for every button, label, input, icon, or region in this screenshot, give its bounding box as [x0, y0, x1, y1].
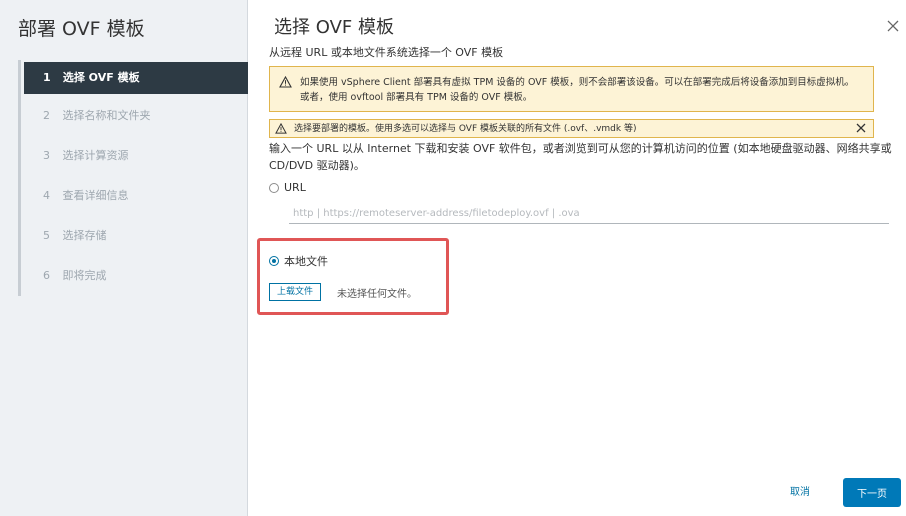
- url-radio[interactable]: [269, 182, 279, 193]
- step-number: 2: [43, 109, 50, 122]
- step-number: 5: [43, 229, 50, 242]
- url-option-label: URL: [284, 181, 306, 194]
- no-file-selected-text: 未选择任何文件。: [337, 289, 417, 300]
- wizard-sidebar: 部署 OVF 模板 1 选择 OVF 模板 2 选择名称和文件夹 3 选择计算资…: [0, 0, 248, 516]
- source-description: 输入一个 URL 以从 Internet 下载和安装 OVF 软件包，或者浏览到…: [269, 142, 892, 172]
- alert-close-icon[interactable]: [855, 122, 867, 134]
- wizard-title: 部署 OVF 模板: [18, 18, 145, 40]
- local-file-option-label: 本地文件: [284, 255, 328, 268]
- warning-icon: [275, 122, 287, 139]
- step-label: 查看详细信息: [62, 189, 129, 202]
- step-select-ovf-template[interactable]: 1 选择 OVF 模板: [24, 62, 248, 94]
- local-file-option[interactable]: 本地文件: [269, 253, 328, 269]
- local-file-radio[interactable]: [269, 256, 279, 266]
- main-content: 选择 OVF 模板 从远程 URL 或本地文件系统选择一个 OVF 模板 如果使…: [248, 0, 906, 516]
- url-option[interactable]: URL: [269, 181, 306, 194]
- step-label: 选择 OVF 模板: [62, 71, 140, 84]
- step-select-compute-resource[interactable]: 3 选择计算资源: [24, 140, 248, 180]
- step-number: 4: [43, 189, 50, 202]
- warning-icon: [279, 75, 292, 93]
- next-button[interactable]: 下一页: [843, 478, 901, 507]
- step-label: 选择名称和文件夹: [62, 109, 151, 122]
- select-files-alert: 选择要部署的模板。使用多选可以选择与 OVF 模板关联的所有文件 (.ovf、.…: [269, 119, 874, 138]
- step-select-name-folder[interactable]: 2 选择名称和文件夹: [24, 100, 248, 140]
- steps-rail: [18, 60, 21, 296]
- upload-files-button[interactable]: 上载文件: [269, 283, 322, 301]
- select-files-text: 选择要部署的模板。使用多选可以选择与 OVF 模板关联的所有文件 (.ovf、.…: [294, 124, 637, 134]
- cancel-button[interactable]: 取消: [782, 480, 818, 506]
- step-review-details[interactable]: 4 查看详细信息: [24, 180, 248, 220]
- step-number: 6: [43, 269, 50, 282]
- url-input[interactable]: [289, 204, 889, 224]
- page-title: 选择 OVF 模板: [274, 17, 394, 38]
- step-label: 选择计算资源: [62, 149, 129, 162]
- tpm-warning-text: 如果使用 vSphere Client 部署具有虚拟 TPM 设备的 OVF 模…: [300, 77, 855, 103]
- tpm-warning-alert: 如果使用 vSphere Client 部署具有虚拟 TPM 设备的 OVF 模…: [269, 66, 874, 112]
- step-number: 3: [43, 149, 50, 162]
- page-subtitle: 从远程 URL 或本地文件系统选择一个 OVF 模板: [269, 46, 504, 59]
- step-select-storage[interactable]: 5 选择存储: [24, 220, 248, 260]
- step-label: 即将完成: [62, 269, 107, 282]
- highlight-annotation: [257, 238, 449, 315]
- step-label: 选择存储: [62, 229, 107, 242]
- step-number: 1: [43, 71, 51, 84]
- step-ready-to-complete[interactable]: 6 即将完成: [24, 260, 248, 300]
- wizard-steps: 1 选择 OVF 模板 2 选择名称和文件夹 3 选择计算资源 4 查看详细信息…: [18, 60, 248, 300]
- close-icon[interactable]: [886, 18, 900, 32]
